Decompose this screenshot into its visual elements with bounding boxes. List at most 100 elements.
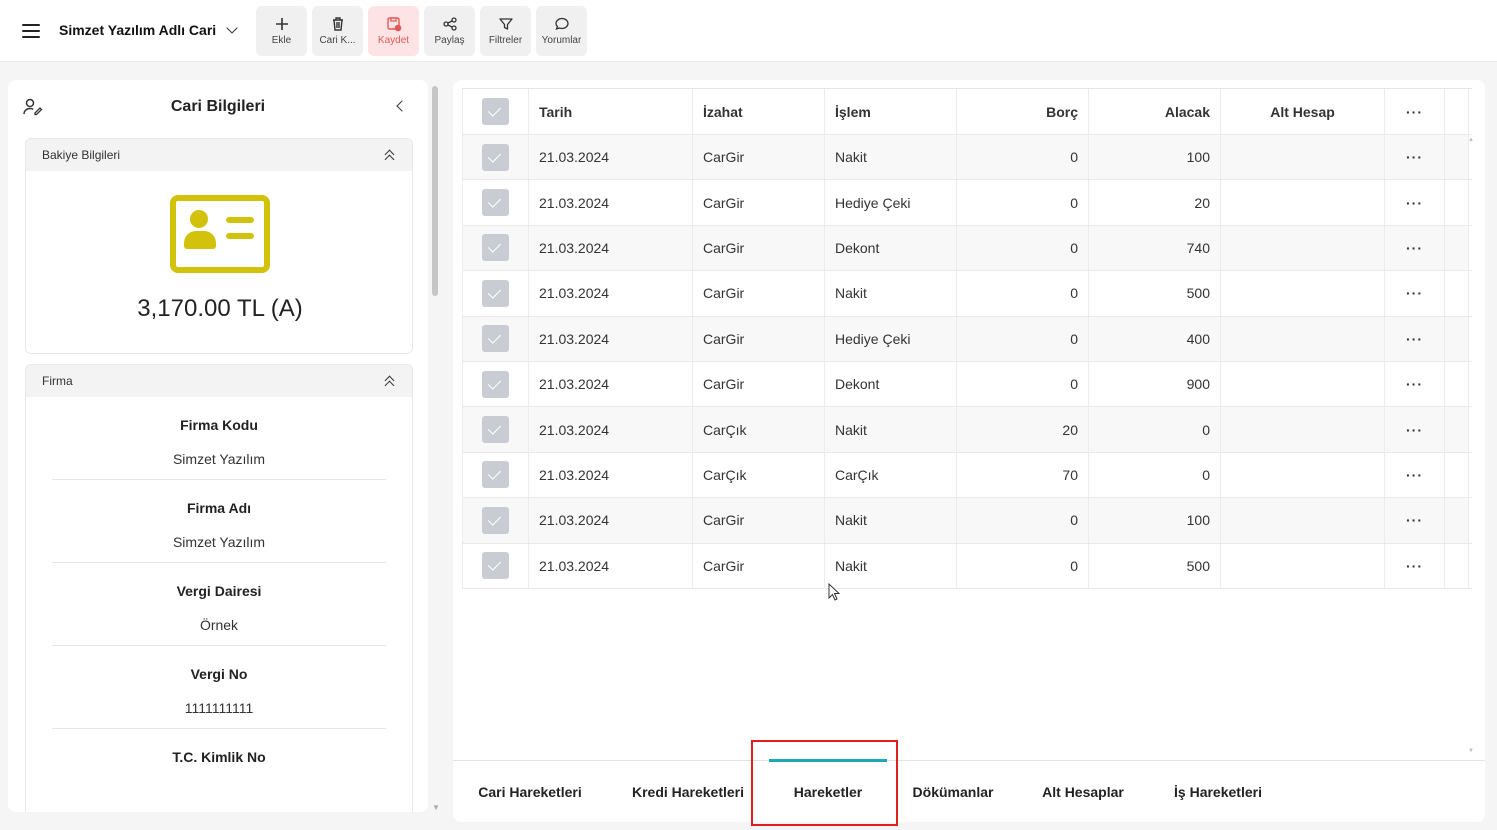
row-checkbox[interactable]	[462, 316, 529, 361]
cell-alacak: 100	[1089, 498, 1221, 543]
row-more-icon[interactable]: ···	[1385, 543, 1445, 588]
check-icon	[482, 98, 509, 125]
cell-borc: 0	[957, 316, 1089, 361]
tab-alt-hesaplar[interactable]: Alt Hesaplar	[1033, 761, 1133, 822]
table-row[interactable]: 21.03.2024 CarGir Hediye Çeki 0 400 ···	[462, 316, 1472, 362]
row-more-icon[interactable]: ···	[1385, 361, 1445, 407]
tab-is-hareketleri[interactable]: İş Hareketleri	[1161, 761, 1275, 822]
check-icon	[482, 552, 509, 580]
row-more-icon[interactable]: ···	[1385, 316, 1445, 361]
add-button-label: Ekle	[271, 35, 292, 46]
bottom-tabs: Cari Hareketleri Kredi Hareketleri Harek…	[453, 759, 1485, 822]
plus-icon	[275, 18, 288, 30]
cell-alt-hesap	[1221, 361, 1385, 407]
add-button[interactable]: Ekle	[256, 6, 307, 56]
row-checkbox[interactable]	[462, 135, 529, 180]
row-checkbox[interactable]	[462, 452, 529, 498]
cell-izahat: CarGir	[693, 225, 825, 271]
row-more-icon[interactable]: ···	[1385, 452, 1445, 498]
firm-section-header[interactable]: Firma	[26, 365, 412, 397]
row-checkbox[interactable]	[462, 225, 529, 271]
menu-icon[interactable]	[22, 24, 40, 38]
scroll-down-icon[interactable]: ▼	[432, 803, 440, 812]
cell-alt-hesap	[1221, 452, 1385, 498]
check-icon	[482, 279, 509, 307]
cell-alt-hesap	[1221, 316, 1385, 361]
collapse-up-icon[interactable]	[384, 149, 396, 165]
field-value: 1111111111	[184, 700, 254, 716]
tab-cari-hareketleri[interactable]: Cari Hareketleri	[467, 761, 593, 822]
filters-button-label: Filtreler	[488, 35, 523, 46]
field-label: Firma Kodu	[180, 417, 258, 433]
cell-borc: 0	[957, 135, 1089, 180]
balance-section-title: Bakiye Bilgileri	[42, 148, 121, 162]
filters-button[interactable]: Filtreler	[480, 6, 531, 56]
field-label: T.C. Kimlik No	[172, 749, 266, 765]
share-button[interactable]: Paylaş	[424, 6, 475, 56]
row-checkbox[interactable]	[462, 361, 529, 407]
delete-account-label: Cari K...	[319, 35, 356, 46]
cell-borc: 20	[957, 407, 1089, 452]
top-bar: Simzet Yazılım Adlı Cari Ekle Cari K... …	[0, 0, 1497, 62]
delete-account-button[interactable]: Cari K...	[312, 6, 363, 56]
row-checkbox[interactable]	[462, 271, 529, 316]
row-more-icon[interactable]: ···	[1385, 225, 1445, 271]
row-more-icon[interactable]: ···	[1385, 498, 1445, 543]
col-header-alacak[interactable]: Alacak	[1089, 89, 1221, 134]
table-row[interactable]: 21.03.2024 CarGir Nakit 0 500 ···	[462, 543, 1472, 589]
table-row[interactable]: 21.03.2024 CarGir Nakit 0 100 ···	[462, 135, 1472, 181]
cell-alacak: 0	[1089, 452, 1221, 498]
row-checkbox[interactable]	[462, 498, 529, 543]
table-row[interactable]: 21.03.2024 CarGir Nakit 0 100 ···	[462, 498, 1472, 544]
cell-alacak: 500	[1089, 543, 1221, 588]
cell-borc: 0	[957, 543, 1089, 588]
table-row[interactable]: 21.03.2024 CarGir Nakit 0 500 ···	[462, 271, 1472, 317]
cell-tarih: 21.03.2024	[529, 407, 693, 452]
left-scrollbar[interactable]	[432, 86, 438, 296]
tab-dokumanlar[interactable]: Dökümanlar	[903, 761, 1003, 822]
table-row[interactable]: 21.03.2024 CarGir Dekont 0 740 ···	[462, 225, 1472, 272]
id-card-icon	[170, 195, 270, 273]
transactions-grid: Tarih İzahat İşlem Borç Alacak Alt Hesap…	[462, 88, 1472, 589]
table-row[interactable]: 21.03.2024 CarGir Hediye Çeki 0 20 ···	[462, 180, 1472, 226]
table-row[interactable]: 21.03.2024 CarÇık Nakit 20 0 ···	[462, 407, 1472, 453]
row-more-icon[interactable]: ···	[1385, 135, 1445, 180]
save-button[interactable]: Kaydet	[368, 6, 419, 56]
balance-section-header[interactable]: Bakiye Bilgileri	[26, 139, 412, 171]
tab-hareketler[interactable]: Hareketler	[769, 759, 887, 822]
cell-alt-hesap	[1221, 225, 1385, 271]
scroll-down-icon[interactable]: ▼	[1468, 748, 1474, 754]
col-header-islem[interactable]: İşlem	[825, 89, 957, 134]
panel-header: Cari Bilgileri	[8, 80, 428, 134]
comments-button[interactable]: Yorumlar	[536, 6, 587, 56]
cell-alacak: 740	[1089, 225, 1221, 271]
collapse-up-icon[interactable]	[384, 375, 396, 391]
col-header-alt-hesap[interactable]: Alt Hesap	[1221, 89, 1385, 134]
cell-islem: Nakit	[825, 407, 957, 452]
row-more-icon[interactable]: ···	[1385, 271, 1445, 316]
tab-kredi-hareketleri[interactable]: Kredi Hareketleri	[623, 761, 753, 822]
col-spacer	[1445, 271, 1469, 316]
page-title: Simzet Yazılım Adlı Cari	[59, 22, 217, 38]
table-row[interactable]: 21.03.2024 CarGir Dekont 0 900 ···	[462, 361, 1472, 408]
select-all-checkbox[interactable]	[462, 89, 529, 134]
cell-tarih: 21.03.2024	[529, 316, 693, 361]
col-header-izahat[interactable]: İzahat	[693, 89, 825, 134]
cell-alacak: 500	[1089, 271, 1221, 316]
transactions-panel: Tarih İzahat İşlem Borç Alacak Alt Hesap…	[453, 80, 1485, 822]
cell-izahat: CarGir	[693, 361, 825, 407]
table-row[interactable]: 21.03.2024 CarÇık CarÇık 70 0 ···	[462, 452, 1472, 499]
col-header-more-icon[interactable]: ···	[1385, 89, 1445, 134]
scroll-up-icon[interactable]: ▲	[1468, 137, 1474, 143]
col-header-tarih[interactable]: Tarih	[529, 89, 693, 134]
check-icon	[482, 234, 509, 262]
row-checkbox[interactable]	[462, 180, 529, 225]
account-selector[interactable]: Simzet Yazılım Adlı Cari	[59, 22, 238, 38]
row-more-icon[interactable]: ···	[1385, 180, 1445, 225]
row-checkbox[interactable]	[462, 407, 529, 452]
field-tc-kimlik-no: T.C. Kimlik No	[52, 729, 386, 812]
row-checkbox[interactable]	[462, 543, 529, 588]
check-icon	[482, 143, 509, 171]
col-header-borc[interactable]: Borç	[957, 89, 1089, 134]
row-more-icon[interactable]: ···	[1385, 407, 1445, 452]
